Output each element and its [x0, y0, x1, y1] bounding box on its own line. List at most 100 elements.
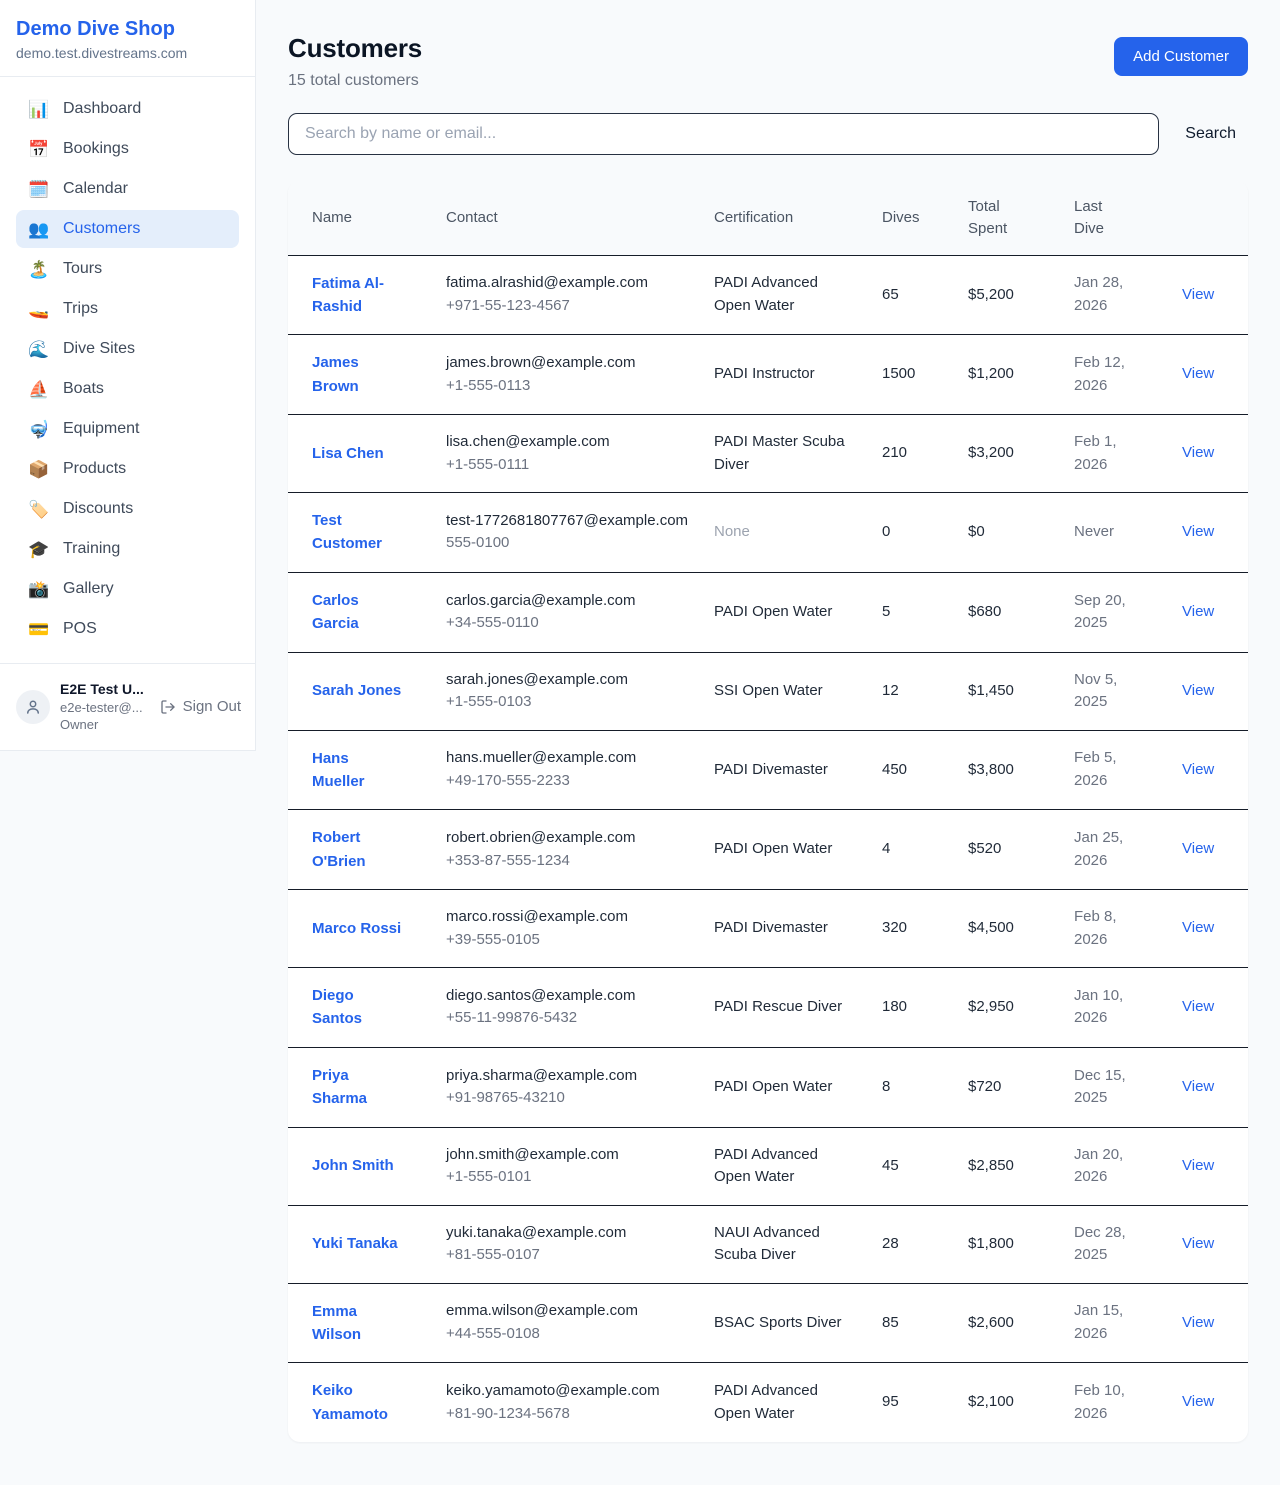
customer-name-link[interactable]: Test Customer [312, 509, 404, 556]
contact-cell: carlos.garcia@example.com +34-555-0110 [434, 572, 702, 652]
sidebar-item-products[interactable]: 📦 Products [16, 450, 239, 488]
customer-name-link[interactable]: James Brown [312, 351, 404, 398]
sidebar-item-customers[interactable]: 👥 Customers [16, 210, 239, 248]
sidebar-item-bookings[interactable]: 📅 Bookings [16, 130, 239, 168]
view-link[interactable]: View [1182, 603, 1214, 620]
dives-cell: 1500 [870, 335, 956, 415]
certification-value: PADI Open Water [714, 1078, 832, 1095]
customer-name-link[interactable]: Fatima Al-Rashid [312, 272, 404, 319]
view-link[interactable]: View [1182, 998, 1214, 1015]
customer-email: carlos.garcia@example.com [446, 590, 690, 613]
sidebar-item-training[interactable]: 🎓 Training [16, 530, 239, 568]
actions-cell: View [1170, 1205, 1248, 1283]
sidebar-item-dashboard[interactable]: 📊 Dashboard [16, 90, 239, 128]
actions-cell: View [1170, 730, 1248, 810]
dives-cell: 8 [870, 1047, 956, 1127]
view-link[interactable]: View [1182, 1235, 1214, 1252]
customer-phone: +1-555-0113 [446, 375, 690, 398]
table-row: Diego Santos diego.santos@example.com +5… [288, 968, 1248, 1048]
sidebar-item-pos[interactable]: 💳 POS [16, 610, 239, 648]
customer-email: keiko.yamamoto@example.com [446, 1380, 690, 1403]
table-row: Priya Sharma priya.sharma@example.com +9… [288, 1047, 1248, 1127]
user-section: E2E Test U... e2e-tester@... Owner Sign … [0, 663, 255, 750]
sidebar-item-tours[interactable]: 🏝️ Tours [16, 250, 239, 288]
certification-value: PADI Divemaster [714, 761, 828, 778]
app-root: Demo Dive Shop demo.test.divestreams.com… [0, 0, 1280, 1485]
view-link[interactable]: View [1182, 840, 1214, 857]
actions-cell: View [1170, 255, 1248, 335]
name-cell: Keiko Yamamoto [288, 1363, 434, 1442]
add-customer-button[interactable]: Add Customer [1114, 37, 1248, 76]
customer-email: marco.rossi@example.com [446, 906, 690, 929]
page-subtitle: 15 total customers [288, 72, 422, 90]
contact-cell: marco.rossi@example.com +39-555-0105 [434, 890, 702, 968]
customer-name-link[interactable]: Hans Mueller [312, 747, 404, 794]
view-link[interactable]: View [1182, 444, 1214, 461]
sidebar-item-label: POS [63, 620, 97, 638]
view-link[interactable]: View [1182, 919, 1214, 936]
customer-name-link[interactable]: Carlos Garcia [312, 589, 404, 636]
total-spent-cell: $2,100 [956, 1363, 1062, 1442]
view-link[interactable]: View [1182, 1314, 1214, 1331]
name-cell: Carlos Garcia [288, 572, 434, 652]
table-row: Carlos Garcia carlos.garcia@example.com … [288, 572, 1248, 652]
view-link[interactable]: View [1182, 523, 1214, 540]
last-dive-cell: Nov 5, 2025 [1062, 652, 1170, 730]
customer-phone: +1-555-0101 [446, 1166, 690, 1189]
sidebar-item-discounts[interactable]: 🏷️ Discounts [16, 490, 239, 528]
customer-email: diego.santos@example.com [446, 985, 690, 1008]
table-header: Name Contact Certification Dives Total S… [288, 181, 1248, 255]
view-link[interactable]: View [1182, 1393, 1214, 1410]
customer-phone: +1-555-0111 [446, 454, 690, 477]
contact-cell: emma.wilson@example.com +44-555-0108 [434, 1283, 702, 1363]
contact-cell: john.smith@example.com +1-555-0101 [434, 1127, 702, 1205]
customer-name-link[interactable]: Sarah Jones [312, 679, 401, 702]
sailboat-icon: ⛵ [28, 381, 50, 398]
search-input[interactable] [288, 113, 1159, 155]
certification-cell: PADI Master Scuba Diver [702, 415, 870, 493]
sidebar-item-trips[interactable]: 🚤 Trips [16, 290, 239, 328]
sidebar-item-dive-sites[interactable]: 🌊 Dive Sites [16, 330, 239, 368]
view-link[interactable]: View [1182, 286, 1214, 303]
table-row: Marco Rossi marco.rossi@example.com +39-… [288, 890, 1248, 968]
total-spent-cell: $1,200 [956, 335, 1062, 415]
view-link[interactable]: View [1182, 365, 1214, 382]
sidebar-item-gallery[interactable]: 📸 Gallery [16, 570, 239, 608]
last-dive-cell: Jan 28, 2026 [1062, 255, 1170, 335]
search-button[interactable]: Search [1173, 117, 1248, 151]
customer-name-link[interactable]: Priya Sharma [312, 1064, 404, 1111]
customer-name-link[interactable]: Lisa Chen [312, 442, 384, 465]
last-dive-cell: Jan 10, 2026 [1062, 968, 1170, 1048]
sidebar-item-boats[interactable]: ⛵ Boats [16, 370, 239, 408]
certification-value: SSI Open Water [714, 682, 823, 699]
view-link[interactable]: View [1182, 1157, 1214, 1174]
actions-cell: View [1170, 968, 1248, 1048]
customer-name-link[interactable]: Robert O'Brien [312, 826, 404, 873]
contact-cell: lisa.chen@example.com +1-555-0111 [434, 415, 702, 493]
bar-chart-icon: 📊 [28, 101, 50, 118]
customer-email: yuki.tanaka@example.com [446, 1222, 690, 1245]
name-cell: Sarah Jones [288, 652, 434, 730]
customer-phone: 555-0100 [446, 532, 690, 555]
dives-cell: 180 [870, 968, 956, 1048]
customer-phone: +49-170-555-2233 [446, 770, 690, 793]
view-link[interactable]: View [1182, 1078, 1214, 1095]
last-dive-cell: Dec 28, 2025 [1062, 1205, 1170, 1283]
actions-cell: View [1170, 572, 1248, 652]
customer-name-link[interactable]: Diego Santos [312, 984, 404, 1031]
total-spent-cell: $4,500 [956, 890, 1062, 968]
customer-name-link[interactable]: John Smith [312, 1154, 394, 1177]
sidebar-item-calendar[interactable]: 🗓️ Calendar [16, 170, 239, 208]
view-link[interactable]: View [1182, 761, 1214, 778]
dives-cell: 4 [870, 810, 956, 890]
view-link[interactable]: View [1182, 682, 1214, 699]
sidebar-item-equipment[interactable]: 🤿 Equipment [16, 410, 239, 448]
customer-name-link[interactable]: Yuki Tanaka [312, 1232, 398, 1255]
col-header-dives: Dives [870, 181, 956, 255]
customer-name-link[interactable]: Emma Wilson [312, 1300, 404, 1347]
sidebar-nav: 📊 Dashboard 📅 Bookings 🗓️ Calendar 👥 Cus… [0, 77, 255, 663]
sign-out-button[interactable]: Sign Out [160, 698, 241, 715]
total-spent-cell: $720 [956, 1047, 1062, 1127]
customer-name-link[interactable]: Marco Rossi [312, 917, 401, 940]
customer-name-link[interactable]: Keiko Yamamoto [312, 1379, 404, 1426]
